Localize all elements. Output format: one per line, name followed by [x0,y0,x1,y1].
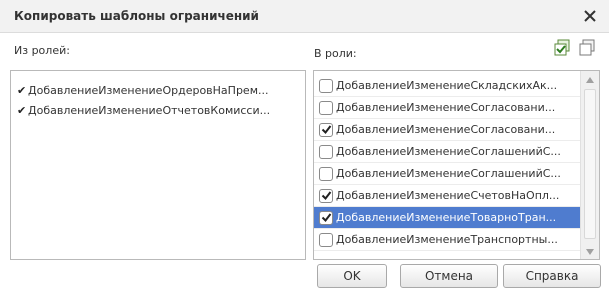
role-checkbox[interactable] [319,232,333,247]
from-roles-list[interactable]: ✔ ДобавлениеИзменениеОрдеровНаПрем... ✔ … [10,70,306,260]
check-all-button[interactable] [552,39,572,59]
cancel-button[interactable]: Отмена [400,264,498,288]
close-icon [584,10,596,22]
list-item[interactable]: ДобавлениеИзменениеТоварноТран... [314,207,580,229]
arrow-up-icon [586,73,594,86]
role-checkbox[interactable] [319,78,333,93]
checkmark-icon: ✔ [17,103,27,117]
close-button[interactable] [579,5,601,27]
list-item[interactable]: ДобавлениеИзменениеСогласовани... [314,119,580,141]
list-item-label: ДобавлениеИзменениеСоглашенийС... [336,167,561,180]
list-item[interactable]: ДобавлениеИзменениеСоглашенийС... [314,163,580,185]
role-checkbox[interactable] [319,166,333,181]
list-item[interactable]: ДобавлениеИзменениеСогласовани... [314,97,580,119]
scroll-down-button[interactable] [581,243,599,259]
vertical-scrollbar[interactable] [580,71,599,259]
role-checkbox[interactable] [319,210,333,225]
list-item-label: ДобавлениеИзменениеСчетовНаОпл... [336,189,560,202]
uncheck-all-button[interactable] [577,39,597,59]
scroll-up-button[interactable] [581,71,599,87]
list-item[interactable]: ✔ ДобавлениеИзменениеОрдеровНаПрем... [11,80,305,100]
to-roles-label: В роли: [314,47,357,60]
ok-button[interactable]: OK [317,264,387,288]
list-item-label: ДобавлениеИзменениеСогласовани... [336,123,556,136]
title-bar: Копировать шаблоны ограничений [0,0,609,33]
checkmark-icon: ✔ [17,83,27,97]
list-item-label: ДобавлениеИзменениеСогласовани... [336,101,556,114]
list-item[interactable]: ДобавлениеИзменениеСкладскихАк... [314,75,580,97]
role-checkbox[interactable] [319,122,333,137]
from-roles-label: Из ролей: [14,44,70,57]
uncheck-all-icon [578,39,596,60]
window-title: Копировать шаблоны ограничений [14,9,259,23]
list-item-label: ДобавлениеИзменениеТранспортны... [336,233,558,246]
list-item[interactable]: ДобавлениеИзменениеСоглашенийС... [314,141,580,163]
check-all-icon [553,39,571,60]
role-checkbox[interactable] [319,144,333,159]
help-button[interactable]: Справка [503,264,601,288]
to-roles-list[interactable]: ДобавлениеИзменениеСкладскихАк... Добавл… [313,70,600,260]
role-checkbox[interactable] [319,188,333,203]
list-item[interactable]: ✔ ДобавлениеИзменениеОтчетовКомисси... [11,100,305,120]
list-item[interactable]: ДобавлениеИзменениеТранспортны... [314,229,580,251]
list-item-label: ДобавлениеИзменениеОтчетовКомисси... [28,103,271,117]
list-item-label: ДобавлениеИзменениеСкладскихАк... [336,79,558,92]
role-checkbox[interactable] [319,100,333,115]
list-item[interactable]: ДобавлениеИзменениеСчетовНаОпл... [314,185,580,207]
scroll-thumb[interactable] [584,89,596,239]
list-item-label: ДобавлениеИзменениеОрдеровНаПрем... [28,83,269,97]
list-item-label: ДобавлениеИзменениеТоварноТран... [336,211,557,224]
list-item-label: ДобавлениеИзменениеСоглашенийС... [336,145,561,158]
arrow-down-icon [586,245,594,258]
